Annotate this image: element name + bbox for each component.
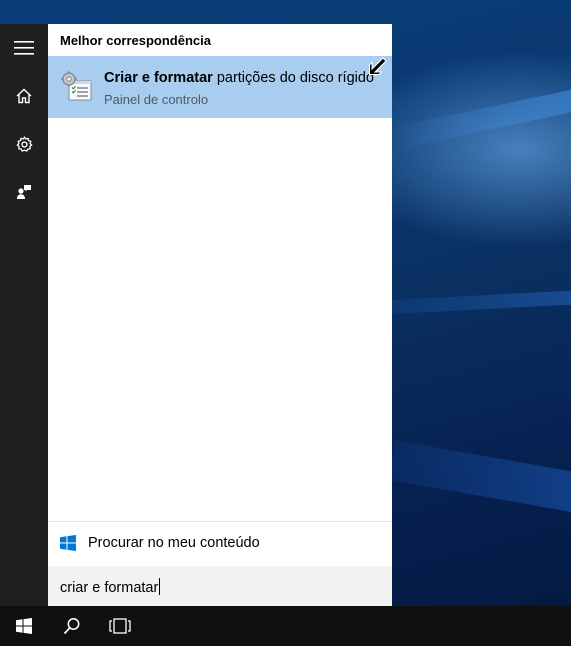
windows-start-icon — [16, 618, 32, 634]
settings-gear-icon — [16, 135, 32, 152]
feedback-button[interactable] — [0, 168, 48, 216]
taskbar — [0, 606, 571, 646]
search-input-text: criar e formatar — [60, 578, 161, 596]
best-match-header: Melhor correspondência — [60, 33, 211, 48]
search-results-panel: Melhor correspondência Criar e formatar … — [48, 24, 392, 606]
task-view-button[interactable] — [96, 606, 144, 646]
search-query: criar e formatar — [60, 580, 159, 596]
start-button[interactable] — [0, 606, 48, 646]
wallpaper-light-beam — [389, 86, 571, 150]
best-match-title: Criar e formatar partições do disco rígi… — [104, 70, 374, 86]
windows-logo-icon — [60, 535, 76, 551]
taskbar-search-button[interactable] — [48, 606, 96, 646]
best-match-title-bold: Criar e formatar — [104, 70, 213, 86]
search-input[interactable]: criar e formatar — [48, 566, 392, 606]
feedback-icon — [17, 185, 31, 199]
text-caret — [159, 578, 161, 595]
best-match-result[interactable]: Criar e formatar partições do disco rígi… — [48, 56, 392, 118]
home-icon — [16, 88, 32, 104]
control-panel-tool-icon — [61, 71, 92, 101]
task-view-icon — [109, 618, 131, 634]
wallpaper-light-beam — [388, 440, 571, 515]
hamburger-menu-button[interactable] — [0, 24, 48, 72]
best-match-title-rest: partições do disco rígido — [212, 70, 374, 86]
settings-button[interactable] — [0, 120, 48, 168]
search-my-stuff-label: Procurar no meu conteúdo — [88, 535, 260, 551]
mouse-pointer-arrow-icon — [369, 57, 386, 75]
wallpaper-light-beam — [391, 289, 571, 314]
hamburger-menu-icon — [14, 41, 34, 55]
start-left-rail — [0, 24, 48, 606]
search-icon — [63, 618, 80, 635]
home-button[interactable] — [0, 72, 48, 120]
best-match-subtitle: Painel de controlo — [104, 92, 209, 107]
search-my-stuff-button[interactable]: Procurar no meu conteúdo — [48, 522, 392, 566]
